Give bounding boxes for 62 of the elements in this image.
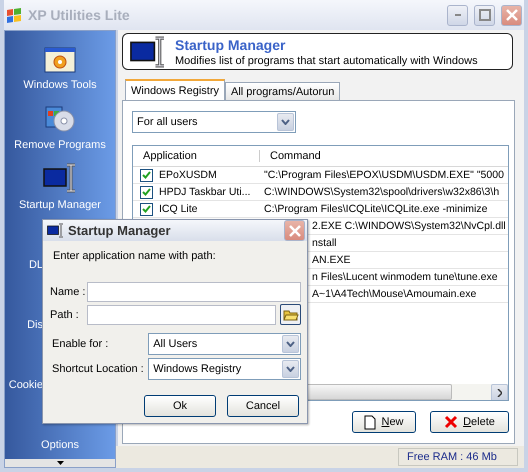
tab[interactable]: All programs/Autorun — [225, 82, 340, 100]
prompt-text: Enter application name with path: — [52, 250, 217, 262]
browse-button[interactable] — [280, 304, 301, 325]
users-dropdown[interactable]: For all users — [132, 111, 296, 133]
path-label: Path : — [50, 308, 80, 320]
maximize-icon — [478, 9, 490, 21]
free-ram-status: Free RAM : 46 Mb — [398, 448, 518, 466]
down-arrow-icon — [56, 461, 64, 465]
close-button[interactable] — [501, 4, 522, 26]
table-cell-text: C:\Program Files\ICQLite\ICQLite.exe -minimize — [263, 203, 488, 215]
monitor-icon — [43, 163, 77, 193]
field-label: Shortcut Location : — [51, 363, 145, 375]
table-cell-text: "C:\Program Files\EPOX\USDM\USDM.EXE" "5000 — [263, 169, 504, 181]
close-button[interactable] — [284, 220, 305, 241]
sidebar-item[interactable]: Remove Programs — [14, 139, 106, 151]
folder-icon — [282, 308, 299, 321]
sidebar-item[interactable]: DL — [5, 259, 43, 271]
dialog-title: Startup Manager — [68, 223, 172, 238]
checkbox[interactable] — [140, 186, 153, 198]
flag-icon — [6, 7, 22, 23]
sidebar-item[interactable]: Startup Manager — [19, 199, 101, 211]
close-icon — [506, 9, 518, 21]
ok-button[interactable]: Ok — [144, 395, 216, 417]
table-cell: EPoXUSDM — [159, 169, 217, 181]
table-cell: ICQ Lite — [159, 203, 198, 215]
table-cell: n Files\Lucent winmodem tune\tune.exe — [312, 271, 498, 283]
cancel-button[interactable]: Cancel — [227, 395, 299, 417]
table-cell: nstall — [312, 237, 337, 249]
maximize-button[interactable] — [474, 4, 495, 26]
header-title: Startup Manager — [175, 36, 286, 52]
dropdown[interactable]: All Users — [148, 333, 301, 355]
dropdown[interactable]: Windows Registry — [148, 358, 301, 380]
table-cell: AN.EXE — [312, 254, 351, 266]
document-icon — [364, 414, 376, 430]
x-mark-icon — [444, 415, 458, 429]
sidebar-item[interactable]: Options — [41, 439, 79, 451]
close-icon — [288, 224, 300, 236]
name-label: Name : — [50, 286, 85, 298]
table-cell-text: C:\WINDOWS\System32\spool\drivers\w32x86\3\h — [263, 186, 500, 198]
column-header[interactable]: Application — [133, 150, 260, 162]
header-subtitle: Modifies list of programs that start automatically with Windows — [175, 54, 478, 66]
name-field[interactable] — [87, 282, 301, 302]
table-cell: A~1\A4Tech\Mouse\Amoumain.exe — [312, 288, 476, 300]
monitor-icon — [129, 36, 167, 68]
path-field[interactable] — [86, 304, 276, 324]
monitor-icon — [47, 223, 64, 238]
minimize-button[interactable] — [447, 4, 468, 26]
new-button[interactable]: New — [352, 411, 416, 433]
tab[interactable]: Windows Registry — [125, 79, 226, 100]
sidebar-item[interactable]: Dis — [5, 319, 43, 331]
checkbox[interactable] — [140, 202, 153, 216]
field-label: Enable for : — [51, 338, 110, 350]
sidebar-item[interactable]: Cookie — [5, 379, 43, 391]
window-title: XP Utilities Lite — [28, 7, 131, 23]
gear-window-icon — [44, 47, 76, 73]
delete-button[interactable]: Delete — [430, 411, 509, 433]
checkbox[interactable] — [140, 168, 153, 182]
table-cell: 2.EXE C:\WINDOWS\System32\NvCpl.dll — [312, 220, 506, 232]
minimize-icon — [454, 14, 460, 16]
sidebar-item[interactable]: Windows Tools — [23, 79, 97, 91]
table-cell: HPDJ Taskbar Uti... — [159, 186, 250, 198]
column-header[interactable]: Command — [260, 150, 321, 162]
